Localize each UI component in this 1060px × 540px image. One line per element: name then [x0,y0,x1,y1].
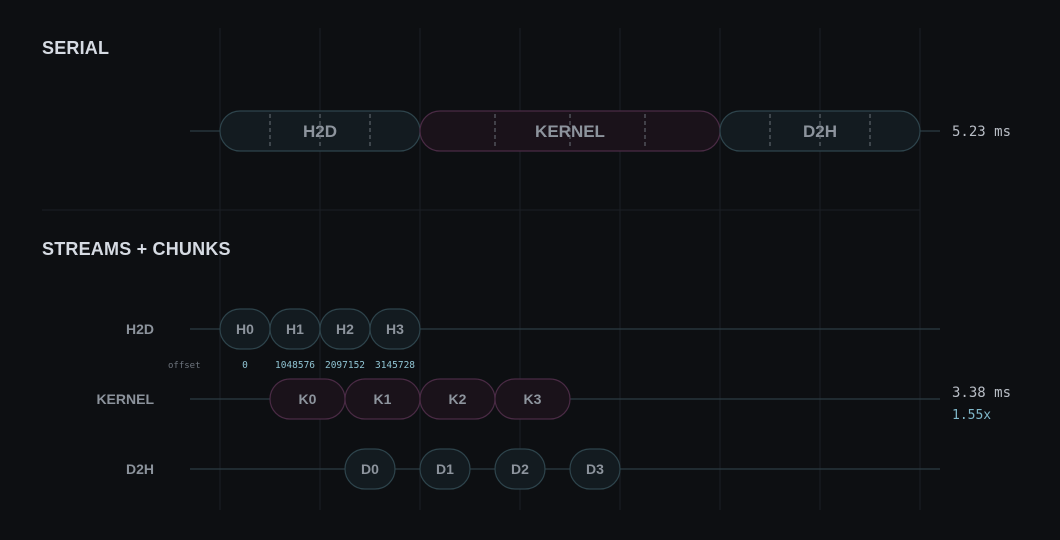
chunk-k2-label: K2 [449,391,467,407]
streams-section-title: STREAMS + CHUNKS [42,239,231,259]
chunk-d0-label: D0 [361,461,379,477]
chunk-h0-label: H0 [236,321,254,337]
chunk-offset-value: 2097152 [325,360,365,371]
chunk-k1-label: K1 [374,391,392,407]
lane-h2d-label: H2D [126,321,154,337]
lane-kernel-label: KERNEL [96,391,154,407]
chunk-offset-value: 0 [242,360,248,371]
serial-section-title: SERIAL [42,38,109,58]
streams-total-time: 3.38 ms [952,385,1011,401]
serial-total-time: 5.23 ms [952,124,1011,140]
time-grid [219,28,921,510]
chunk-k3-label: K3 [524,391,542,407]
chunk-d2-label: D2 [511,461,529,477]
chunk-offset-value: 3145728 [375,360,415,371]
chunk-d1-label: D1 [436,461,454,477]
chunk-d3-label: D3 [586,461,604,477]
streams-timeline: H2D H0 H1 H2 H3 0 1048576 2097152 3145728 KERNEL K… [96,308,940,490]
chunk-h2-label: H2 [336,321,354,337]
speedup-value: 1.55x [952,408,991,423]
chunk-h3-label: H3 [386,321,404,337]
chunk-offset-value: 1048576 [275,360,315,371]
chunk-h1-label: H1 [286,321,304,337]
serial-timeline: H2D KERNEL D2H [190,110,940,152]
lane-d2h-label: D2H [126,461,154,477]
chunk-k0-label: K0 [299,391,317,407]
pipeline-timeline-diagram: SERIAL H2D KERNEL D2H 5.23 ms STREAMS + CH… [42,28,1011,510]
offset-label: offset [168,361,201,371]
